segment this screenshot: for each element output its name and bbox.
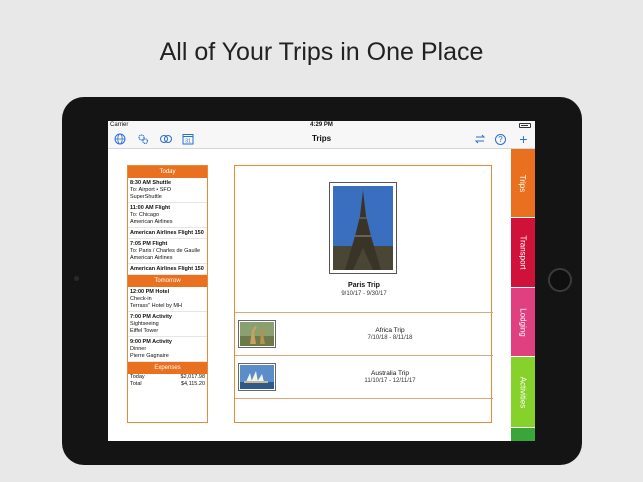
agenda-panel: Today 8:30 AM Shuttle To: Airport • SFO … (127, 165, 208, 423)
agenda-item[interactable]: 7:00 PM Activity Sightseeing Eiffel Towe… (128, 312, 207, 337)
agenda-item[interactable]: American Airlines Flight 150 (128, 264, 207, 275)
app-screen: Carrier 4:29 PM 31 Trips ? + Today 8:30 … (108, 121, 535, 441)
add-icon[interactable]: + (517, 132, 530, 146)
status-bar: Carrier 4:29 PM (108, 121, 535, 130)
trip-name: Paris Trip (348, 282, 380, 289)
sync-icon[interactable] (473, 133, 486, 146)
trips-list: Paris Trip 9/10/17 - 9/30/17 Africa Trip… (234, 165, 493, 423)
tomorrow-header: Tomorrow (128, 275, 207, 287)
tab-lodging[interactable]: Lodging (511, 288, 535, 356)
trip-dates: 11/10/17 - 12/11/17 (364, 378, 416, 384)
tab-transport[interactable]: Transport (511, 218, 535, 287)
clock: 4:29 PM (310, 122, 333, 128)
trip-row[interactable]: Africa Trip 7/10/18 - 8/11/18 (235, 313, 493, 356)
agenda-item[interactable]: 8:30 AM Shuttle To: Airport • SFO SuperS… (128, 178, 207, 203)
home-button (548, 268, 572, 292)
trip-dates: 9/10/17 - 9/30/17 (341, 291, 387, 297)
main-content: Today 8:30 AM Shuttle To: Airport • SFO … (108, 149, 511, 441)
ipad-camera (74, 276, 79, 281)
expenses-header: Expenses (128, 362, 207, 374)
trip-row[interactable]: Australia Trip 11/10/17 - 12/11/17 (235, 356, 493, 399)
marketing-headline: All of Your Trips in One Place (159, 38, 484, 66)
expense-row: Today $2,017.98 (130, 374, 205, 380)
battery-icon (519, 123, 531, 128)
tab-activities[interactable]: Activities (511, 357, 535, 427)
trip-name: Africa Trip (375, 327, 405, 334)
agenda-item[interactable]: American Airlines Flight 150 (128, 228, 207, 239)
side-tabs: Trips Transport Lodging Activities (511, 149, 535, 441)
tab-more[interactable] (511, 428, 535, 441)
help-icon[interactable]: ? (495, 134, 506, 145)
agenda-item[interactable]: 11:00 AM Flight To: Chicago American Air… (128, 203, 207, 228)
today-header: Today (128, 166, 207, 178)
navigation-bar: 31 Trips ? + (108, 130, 535, 149)
eiffel-tower-photo (329, 182, 397, 274)
trip-name: Australia Trip (371, 370, 409, 377)
agenda-item[interactable]: 9:00 PM Activity Dinner Pierre Gagnaire (128, 337, 207, 362)
page-title: Trips (311, 134, 332, 143)
agenda-item[interactable]: 7:05 PM Flight To: Paris / Charles de Ga… (128, 239, 207, 264)
agenda-item[interactable]: 12:00 PM Hotel Check-in Terrass'' Hotel … (128, 287, 207, 312)
trip-dates: 7/10/18 - 8/11/18 (367, 335, 413, 341)
tab-trips[interactable]: Trips (511, 149, 535, 217)
giraffe-photo (238, 320, 276, 348)
expense-row: Total $4,115.20 (130, 381, 205, 387)
featured-trip[interactable]: Paris Trip 9/10/17 - 9/30/17 (235, 166, 493, 313)
opera-house-photo (238, 363, 276, 391)
